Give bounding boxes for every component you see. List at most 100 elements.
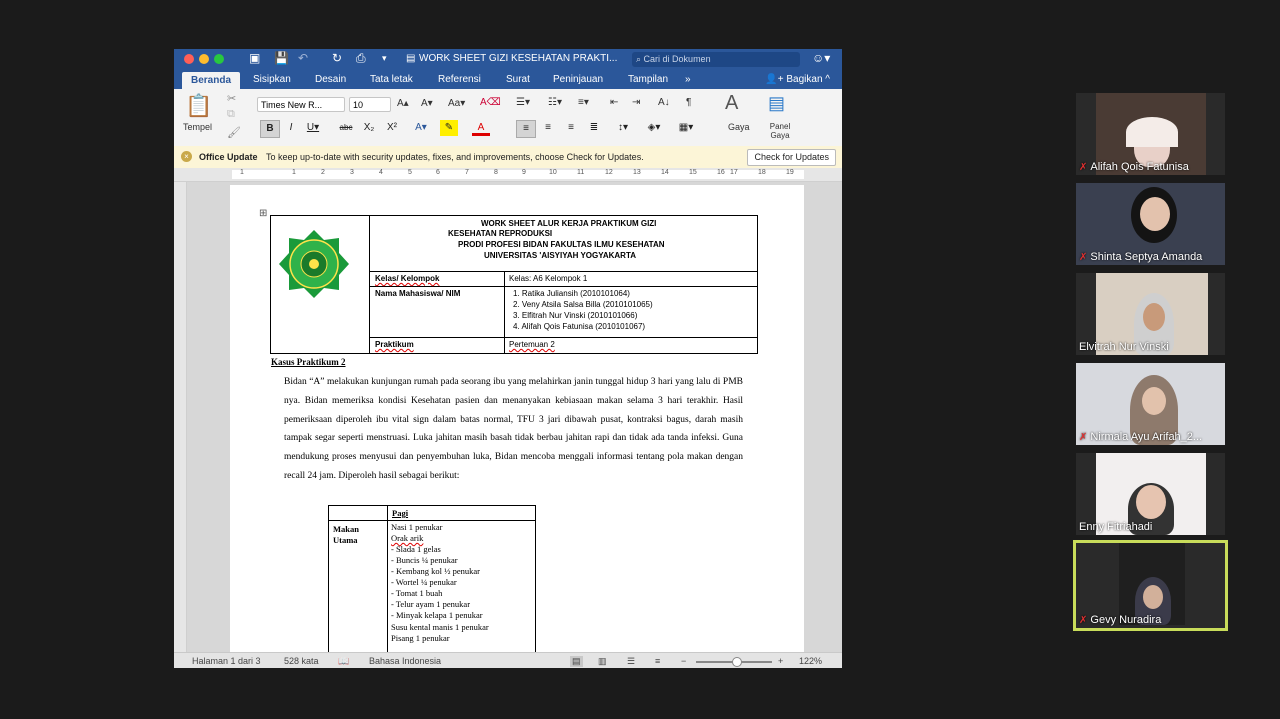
zoom-out-icon[interactable]: − [681, 656, 686, 666]
smiley-icon[interactable]: ☺▾ [812, 51, 830, 65]
text-effects-icon[interactable]: A▾ [412, 120, 430, 136]
tab-sisipkan[interactable]: Sisipkan [253, 74, 291, 85]
tab-tampilan[interactable]: Tampilan [628, 74, 668, 85]
align-right-button[interactable]: ≡ [562, 120, 580, 136]
practicum-label: Praktikum [375, 340, 414, 349]
bullets-icon[interactable]: ☰▾ [516, 97, 530, 108]
share-label: Bagikan [786, 74, 823, 85]
save-icon[interactable]: 💾 [274, 51, 289, 65]
minimize-button[interactable] [199, 54, 209, 64]
pilcrow-icon[interactable]: ¶ [686, 97, 691, 108]
draft-icon[interactable]: ≡ [655, 656, 660, 666]
name-label: Nama Mahasiswa/ NIM [375, 289, 461, 298]
ruler-number: 5 [408, 169, 412, 176]
ruler-number: 4 [379, 169, 383, 176]
font-size-select[interactable]: 10 [349, 97, 391, 112]
tab-peninjauan[interactable]: Peninjauan [553, 74, 603, 85]
font-color-icon[interactable]: A [472, 120, 490, 136]
superscript-button[interactable]: X² [383, 120, 401, 136]
underline-button[interactable]: U▾ [304, 120, 322, 136]
document-area[interactable]: ⊞ WORK SHEET ALUR KERJA PRAKTIKUM GIZI K… [174, 182, 842, 652]
sort-icon[interactable]: A↓ [658, 97, 670, 108]
document-title: WORK SHEET GIZI KESEHATAN PRAKTI... [419, 53, 618, 64]
tab-surat[interactable]: Surat [506, 74, 530, 85]
header-line: WORK SHEET ALUR KERJA PRAKTIKUM GIZI [481, 219, 657, 228]
customize-icon[interactable]: ▾ [382, 53, 387, 64]
focus-icon[interactable]: ▥ [598, 656, 607, 667]
font-name-select[interactable]: Times New R... [257, 97, 345, 112]
align-left-button[interactable]: ≡ [516, 120, 536, 138]
close-button[interactable] [184, 54, 194, 64]
participant-tile[interactable]: ✗ Nirmala Ayu Arifah_2... [1076, 363, 1225, 445]
participant-tile[interactable]: ✗ Alifah Qois Fatunisa [1076, 93, 1225, 175]
numbering-icon[interactable]: ☷▾ [548, 97, 562, 108]
table-move-handle-icon[interactable]: ⊞ [259, 208, 267, 219]
language[interactable]: Bahasa Indonesia [369, 656, 441, 666]
styles-pane-icon[interactable]: ▤ [768, 93, 785, 114]
redo-icon[interactable]: ↻ [332, 51, 342, 65]
zoom-in-icon[interactable]: + [778, 656, 783, 666]
zoom-level[interactable]: 122% [799, 656, 822, 666]
word-count[interactable]: 528 kata [284, 656, 319, 666]
subscript-button[interactable]: X₂ [360, 120, 378, 136]
decrease-indent-icon[interactable]: ⇤ [610, 97, 618, 108]
strikethrough-button[interactable]: abc [337, 120, 355, 136]
meal-item: Nasi 1 penukar [391, 522, 443, 532]
grow-font-icon[interactable]: A▴ [397, 98, 409, 109]
tab-desain[interactable]: Desain [315, 74, 346, 85]
ruler-number: 14 [661, 169, 669, 176]
cut-icon[interactable]: ✂ [227, 92, 236, 105]
header-line: KESEHATAN REPRODUKSI [448, 229, 553, 238]
sidebar-icon[interactable]: ▣ [249, 51, 260, 65]
shrink-font-icon[interactable]: A▾ [421, 98, 433, 109]
dismiss-update-icon[interactable]: × [181, 151, 192, 162]
participant-tile[interactable]: ✗ Shinta Septya Amanda [1076, 183, 1225, 265]
bold-button[interactable]: B [260, 120, 280, 138]
print-layout-icon[interactable]: ▤ [570, 656, 583, 667]
tab-referensi[interactable]: Referensi [438, 74, 481, 85]
justify-button[interactable]: ≣ [585, 120, 603, 136]
clear-format-icon[interactable]: A⌫ [480, 97, 501, 108]
proofing-icon[interactable]: 📖 [338, 656, 349, 667]
horizontal-ruler[interactable]: 1 1 2 3 4 5 6 7 8 9 10 11 12 13 14 15 16… [174, 168, 842, 182]
check-updates-button[interactable]: Check for Updates [747, 149, 836, 166]
page-count[interactable]: Halaman 1 dari 3 [192, 656, 261, 666]
highlight-icon[interactable]: ✎ [440, 120, 458, 136]
paste-icon[interactable]: 📋 [185, 93, 212, 119]
align-center-button[interactable]: ≡ [539, 120, 557, 136]
styles-icon[interactable]: A [725, 92, 738, 115]
mic-muted-icon: ✗ [1079, 162, 1088, 173]
zoom-slider-thumb[interactable] [732, 657, 742, 667]
ruler-number: 6 [436, 169, 440, 176]
borders-icon[interactable]: ▦▾ [677, 120, 695, 136]
multilevel-icon[interactable]: ≡▾ [578, 97, 589, 108]
zoom-button[interactable] [214, 54, 224, 64]
vertical-ruler[interactable] [174, 182, 187, 652]
tab-beranda[interactable]: Beranda [182, 72, 241, 89]
increase-indent-icon[interactable]: ⇥ [632, 97, 640, 108]
tab-tata-letak[interactable]: Tata letak [370, 74, 413, 85]
meal-item: - Buncis ¼ penukar [391, 555, 458, 565]
format-painter-icon[interactable]: 🖌 [227, 126, 241, 139]
share-button[interactable]: 👤+ Bagikan ^ [765, 74, 830, 85]
table-divider [504, 271, 505, 353]
shading-icon[interactable]: ◈▾ [645, 120, 663, 136]
undo-icon[interactable]: ↶ [298, 51, 308, 65]
italic-button[interactable]: I [282, 120, 300, 136]
participant-tile-active[interactable]: ✗ Gevy Nuradira [1073, 540, 1228, 631]
participant-tile[interactable]: Elvitrah Nur Vinski [1076, 273, 1225, 355]
outline-icon[interactable]: ☰ [627, 656, 635, 667]
document-page[interactable]: ⊞ WORK SHEET ALUR KERJA PRAKTIKUM GIZI K… [230, 185, 804, 652]
change-case-icon[interactable]: Aa▾ [448, 98, 465, 109]
more-tabs-icon[interactable]: » [685, 74, 691, 85]
ruler-number: 15 [689, 169, 697, 176]
search-input[interactable]: ⌕ Cari di Dokumen [632, 52, 800, 67]
print-icon[interactable]: ⎙ [356, 51, 366, 66]
class-label: Kelas/ Kelompok [375, 274, 440, 283]
table-divider [387, 506, 388, 652]
participant-tile[interactable]: Enny Fitriahadi [1076, 453, 1225, 535]
line-spacing-icon[interactable]: ↕▾ [614, 120, 632, 136]
update-title: Office Update [199, 152, 258, 162]
meal-row-label: Makan Utama [333, 524, 359, 545]
copy-icon[interactable]: ⧉ [227, 108, 235, 121]
